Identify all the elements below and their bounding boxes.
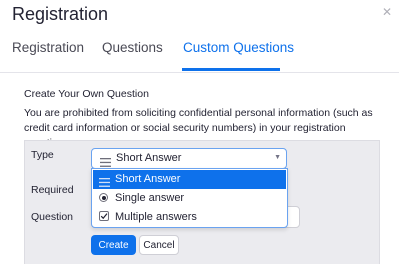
type-select[interactable]: Short Answer ▼ [91,148,287,169]
cancel-button[interactable]: Cancel [139,235,179,255]
option-label: Single answer [115,192,185,204]
dialog-title: Registration [12,4,109,24]
tabs-divider [0,72,399,73]
create-button[interactable]: Create [91,235,136,255]
type-label: Type [31,149,54,161]
tab-bar: Registration Questions Custom Questions [0,30,399,72]
tab-registration[interactable]: Registration [12,40,84,55]
option-multiple-answers[interactable]: Multiple answers [93,208,286,227]
option-short-answer[interactable]: Short Answer [93,170,286,189]
required-label: Required [31,184,74,196]
chevron-down-icon: ▼ [274,154,281,161]
option-label: Short Answer [115,173,181,185]
tab-custom-questions[interactable]: Custom Questions [183,40,294,55]
question-label: Question [31,211,74,223]
option-label: Multiple answers [115,211,197,223]
tab-questions[interactable]: Questions [102,40,163,55]
close-icon[interactable]: ✕ [382,5,392,19]
active-tab-indicator [182,68,280,71]
section-title: Create Your Own Question [24,88,149,100]
type-dropdown-menu: Short Answer Single answer Multiple answ… [91,168,288,228]
radio-icon [99,193,108,202]
type-select-value: Short Answer [116,152,182,164]
checkbox-icon [99,211,109,222]
option-single-answer[interactable]: Single answer [93,189,286,208]
